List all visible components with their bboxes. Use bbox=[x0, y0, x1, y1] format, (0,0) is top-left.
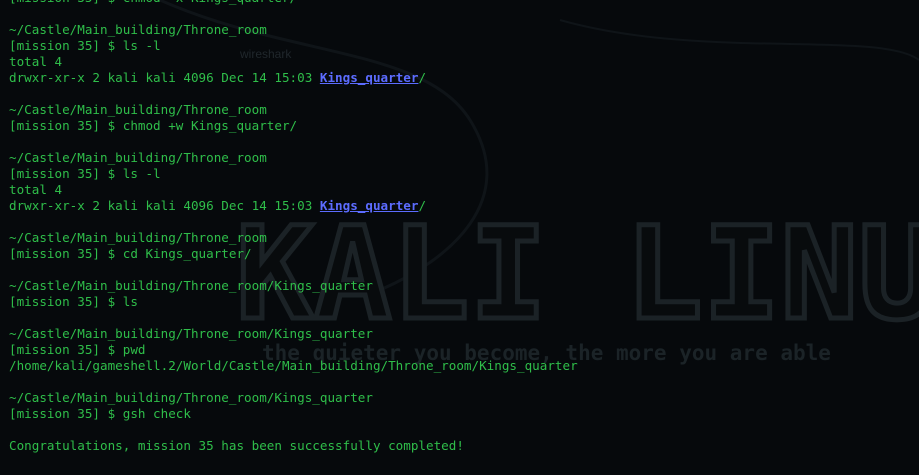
terminal-line: ~/Castle/Main_building/Throne_room/Kings… bbox=[9, 390, 578, 406]
terminal-output[interactable]: [mission 35] $ chmod -x Kings_quarter/ ~/… bbox=[9, 0, 578, 454]
terminal-line: [mission 35] $ ls -l bbox=[9, 166, 578, 182]
directory-suffix: / bbox=[418, 198, 427, 213]
terminal-line-text: [mission 35] $ ls bbox=[9, 294, 138, 309]
terminal-line: [mission 35] $ chmod +w Kings_quarter/ bbox=[9, 118, 578, 134]
terminal-line: drwxr-xr-x 2 kali kali 4096 Dec 14 15:03… bbox=[9, 70, 578, 86]
terminal-line-text: [mission 35] $ chmod -x Kings_quarter/ bbox=[9, 0, 297, 5]
terminal-line-text: drwxr-xr-x 2 kali kali 4096 Dec 14 15:03 bbox=[9, 198, 320, 213]
terminal-line: ~/Castle/Main_building/Throne_room bbox=[9, 150, 578, 166]
terminal-line-text: ~/Castle/Main_building/Throne_room bbox=[9, 150, 267, 165]
terminal-line-text: ~/Castle/Main_building/Throne_room/Kings… bbox=[9, 390, 373, 405]
terminal-line-text: ~/Castle/Main_building/Throne_room/Kings… bbox=[9, 326, 373, 341]
terminal-line: /home/kali/gameshell.2/World/Castle/Main… bbox=[9, 358, 578, 374]
terminal-window[interactable]: wireshark KALI LINU the quieter you beco… bbox=[0, 0, 919, 475]
terminal-line-text: [mission 35] $ ls -l bbox=[9, 38, 161, 53]
terminal-line-text: total 4 bbox=[9, 54, 63, 69]
terminal-line: total 4 bbox=[9, 182, 578, 198]
directory-name: Kings_quarter bbox=[319, 70, 419, 85]
terminal-line: ~/Castle/Main_building/Throne_room bbox=[9, 230, 578, 246]
terminal-line-text: [mission 35] $ ls -l bbox=[9, 166, 161, 181]
terminal-line-text: ~/Castle/Main_building/Throne_room bbox=[9, 22, 267, 37]
terminal-line: total 4 bbox=[9, 54, 578, 70]
terminal-line: Congratulations, mission 35 has been suc… bbox=[9, 438, 578, 454]
terminal-line-text: /home/kali/gameshell.2/World/Castle/Main… bbox=[9, 358, 578, 373]
terminal-line: ~/Castle/Main_building/Throne_room/Kings… bbox=[9, 278, 578, 294]
terminal-line: [mission 35] $ pwd bbox=[9, 342, 578, 358]
terminal-line-text: ~/Castle/Main_building/Throne_room bbox=[9, 230, 267, 245]
directory-name: Kings_quarter bbox=[319, 198, 419, 213]
terminal-line: ~/Castle/Main_building/Throne_room bbox=[9, 22, 578, 38]
terminal-line-text: [mission 35] $ cd Kings_quarter/ bbox=[9, 246, 252, 261]
terminal-line: [mission 35] $ gsh check bbox=[9, 406, 578, 422]
terminal-line-text: [mission 35] $ pwd bbox=[9, 342, 146, 357]
terminal-line-text: total 4 bbox=[9, 182, 63, 197]
terminal-line-text: drwxr-xr-x 2 kali kali 4096 Dec 14 15:03 bbox=[9, 70, 320, 85]
terminal-line: ~/Castle/Main_building/Throne_room bbox=[9, 102, 578, 118]
directory-suffix: / bbox=[418, 70, 427, 85]
terminal-line: drwxr-xr-x 2 kali kali 4096 Dec 14 15:03… bbox=[9, 198, 578, 214]
terminal-line-text: [mission 35] $ chmod +w Kings_quarter/ bbox=[9, 118, 298, 133]
terminal-line-text: [mission 35] $ gsh check bbox=[9, 406, 191, 421]
terminal-line-text: ~/Castle/Main_building/Throne_room/Kings… bbox=[9, 278, 373, 293]
terminal-line-text: ~/Castle/Main_building/Throne_room bbox=[9, 102, 267, 117]
terminal-line-text: Congratulations, mission 35 has been suc… bbox=[9, 438, 464, 453]
terminal-line: [mission 35] $ ls -l bbox=[9, 38, 578, 54]
wallpaper-dragon-arc-2 bbox=[559, 19, 919, 61]
terminal-line: [mission 35] $ cd Kings_quarter/ bbox=[9, 246, 578, 262]
terminal-line: [mission 35] $ ls bbox=[9, 294, 578, 310]
terminal-line: ~/Castle/Main_building/Throne_room/Kings… bbox=[9, 326, 578, 342]
